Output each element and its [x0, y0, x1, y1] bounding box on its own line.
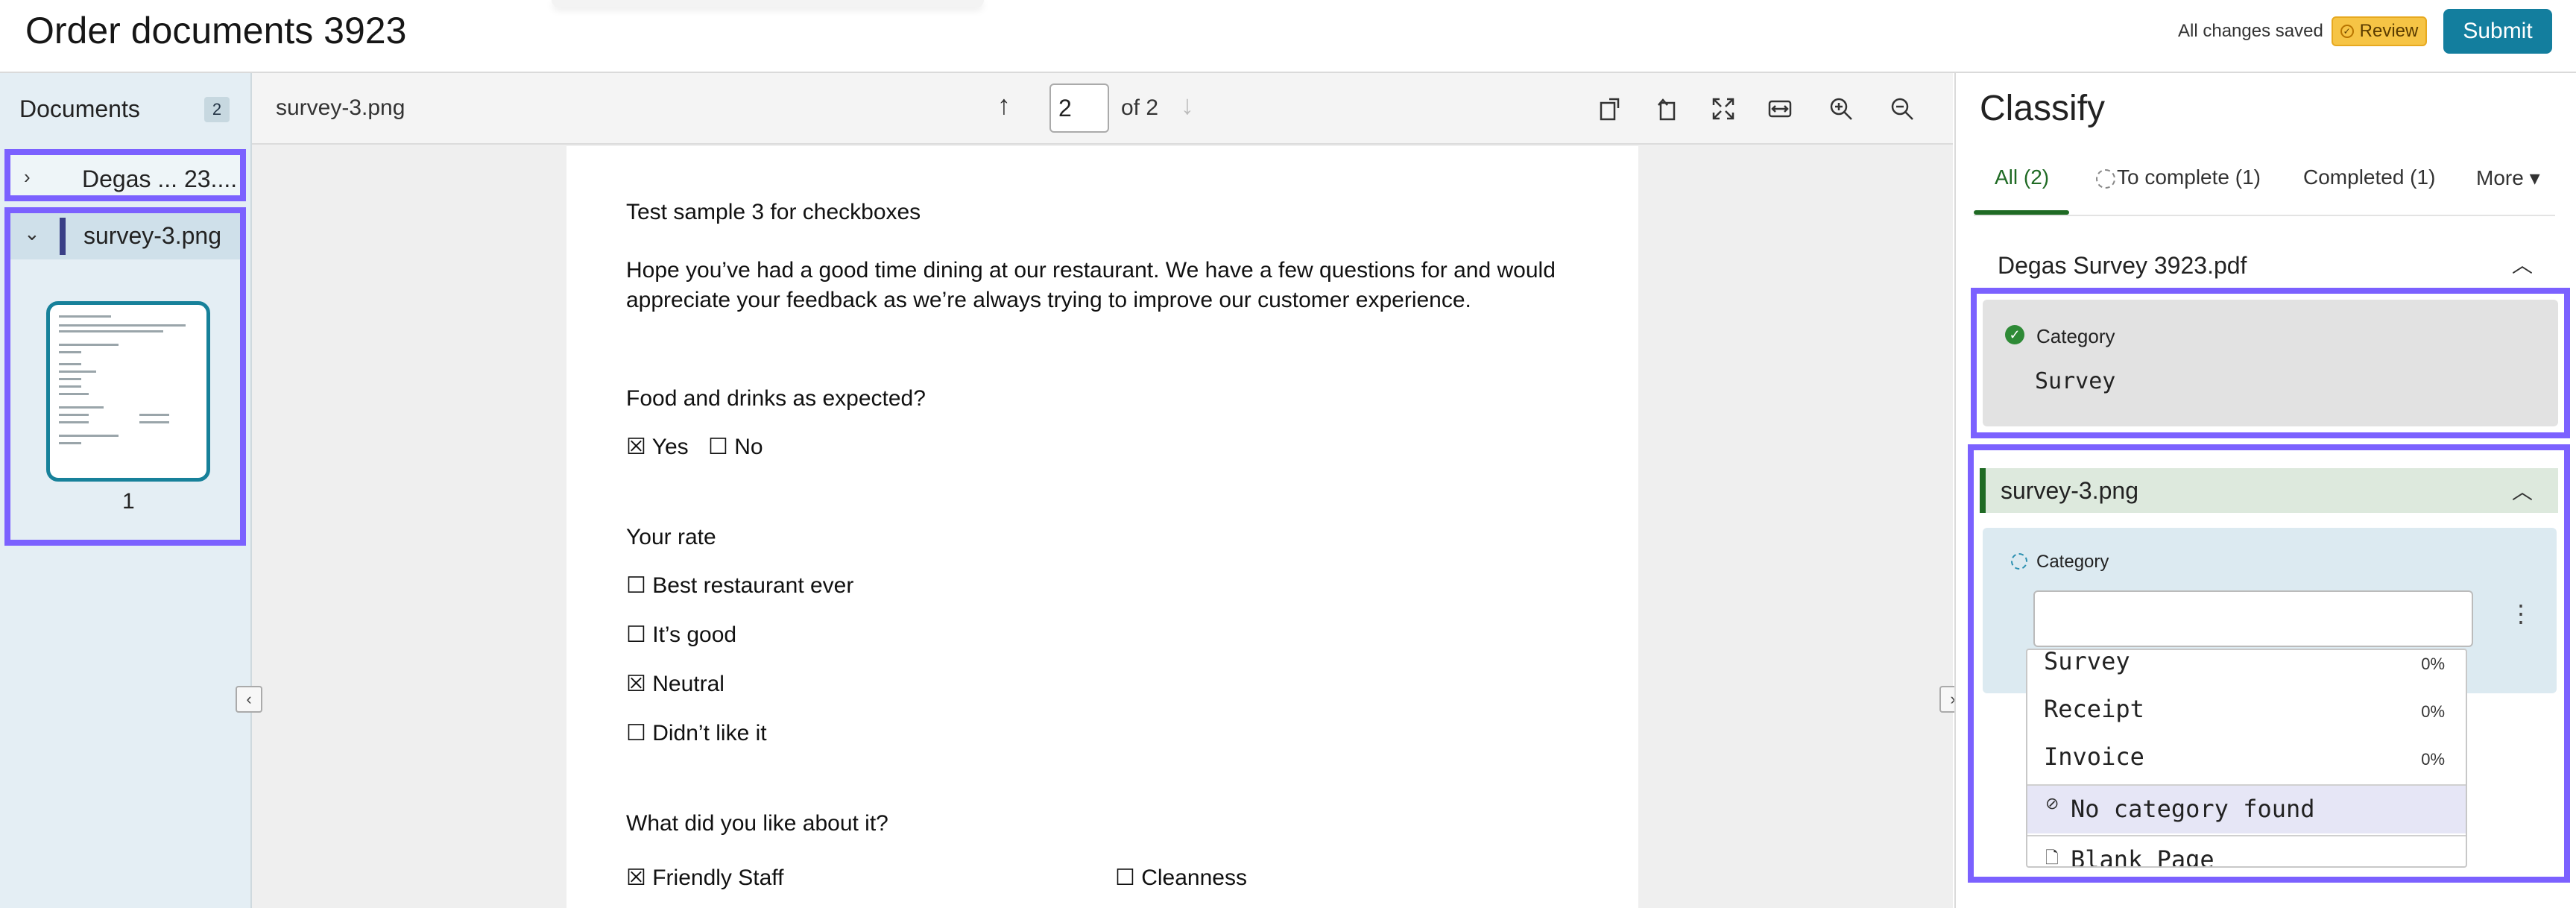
- page-number-input[interactable]: [1049, 83, 1109, 133]
- section-title[interactable]: Degas Survey 3923.pdf: [1998, 252, 2247, 280]
- viewer-filename: survey-3.png: [276, 95, 405, 120]
- tab-divider: [1974, 215, 2555, 216]
- blank-page-icon: 🗋: [2045, 849, 2059, 868]
- category-input[interactable]: [2033, 590, 2473, 647]
- more-options-icon[interactable]: ⋮: [2509, 599, 2533, 628]
- zoom-out-icon[interactable]: [1884, 91, 1920, 127]
- doc-checkbox-option: ☒ Friendly Staff: [626, 866, 784, 890]
- doc-checkbox-option: ☒ Yes: [626, 435, 689, 459]
- tab-to-complete[interactable]: To complete (1): [2096, 165, 2261, 189]
- doc-checkbox-option: ☐ It’s good: [626, 622, 737, 647]
- sidebar-doc-label: survey-3.png: [83, 222, 221, 249]
- doc-checkbox-option: ☐ Best restaurant ever: [626, 573, 854, 598]
- dropdown-option[interactable]: 🗋 Blank Page: [2027, 835, 2466, 868]
- category-field-completed: ✓ Category Survey: [1971, 288, 2570, 438]
- option-label: Survey: [2044, 649, 2130, 675]
- field-label: Category: [2036, 552, 2109, 572]
- chevron-right-icon[interactable]: ›: [24, 165, 31, 189]
- doc-intro-line: Hope you’ve had a good time dining at ou…: [626, 258, 1556, 283]
- collapse-sidebar-button[interactable]: ‹: [236, 686, 262, 713]
- sidebar-doc-degas[interactable]: › Degas ... 23....: [4, 149, 246, 201]
- rotate-left-icon[interactable]: [1649, 91, 1685, 127]
- no-entry-icon: ⊘: [2045, 795, 2059, 813]
- doc-question: Food and drinks as expected?: [626, 386, 926, 411]
- section-title: survey-3.png: [2001, 477, 2138, 504]
- option-confidence: 0%: [2421, 750, 2445, 769]
- chevron-up-icon[interactable]: ︿: [2512, 249, 2533, 279]
- tab-more[interactable]: More ▾: [2476, 165, 2540, 190]
- dropdown-option[interactable]: Survey 0%: [2027, 650, 2466, 696]
- review-button[interactable]: ✓ Review: [2332, 16, 2427, 46]
- dropdown-option[interactable]: ⊘ No category found: [2027, 784, 2466, 833]
- review-icon: ✓: [2340, 25, 2354, 38]
- option-confidence: 0%: [2421, 702, 2445, 721]
- active-indicator: [1980, 468, 1986, 513]
- page-total: of 2: [1121, 95, 1159, 120]
- dropdown-option[interactable]: Receipt 0%: [2027, 695, 2466, 744]
- option-confidence: 0%: [2421, 655, 2445, 673]
- chevron-down-icon[interactable]: ⌄: [24, 222, 40, 245]
- submit-button[interactable]: Submit: [2443, 9, 2552, 54]
- active-indicator: [60, 218, 66, 255]
- field-card: ✓ Category Survey: [1983, 300, 2558, 426]
- pending-icon: [2096, 168, 2115, 189]
- documents-count-badge: 2: [204, 97, 230, 122]
- documents-label: Documents: [19, 95, 140, 122]
- option-label: Invoice: [2044, 743, 2144, 771]
- thumbnail-page-number: 1: [122, 489, 135, 514]
- field-label: Category: [2036, 325, 2115, 347]
- classify-title: Classify: [1980, 89, 2106, 128]
- sidebar-doc-label: Degas ... 23....: [82, 165, 238, 192]
- active-tab-indicator: [1974, 210, 2069, 215]
- doc-intro-line: appreciate your feedback as we’re always…: [626, 288, 1471, 312]
- rotate-page-icon[interactable]: [1592, 91, 1628, 127]
- save-status: All changes saved: [2178, 21, 2323, 41]
- arrow-down-icon[interactable]: ↓: [1181, 89, 1194, 121]
- option-label: No category found: [2071, 795, 2315, 823]
- doc-question: Your rate: [626, 525, 716, 549]
- fit-page-icon[interactable]: [1705, 91, 1741, 127]
- doc-heading: Test sample 3 for checkboxes: [626, 200, 921, 224]
- page-title: Order documents 3923: [25, 10, 407, 51]
- tab-all[interactable]: All (2): [1995, 165, 2049, 189]
- tab-completed[interactable]: Completed (1): [2303, 165, 2435, 189]
- option-label: Receipt: [2044, 695, 2144, 723]
- category-dropdown: Survey 0% Receipt 0% Invoice 0% ⊘ No cat…: [2026, 649, 2467, 868]
- doc-checkbox-option: ☐ No: [708, 435, 763, 459]
- option-label: Blank Page: [2071, 845, 2214, 868]
- zoom-in-icon[interactable]: [1823, 91, 1859, 127]
- tab-label: To complete (1): [2117, 165, 2261, 189]
- review-label: Review: [2359, 21, 2419, 41]
- chevron-up-icon[interactable]: ︿: [2512, 476, 2533, 505]
- doc-checkbox-option: ☐ Cleanness: [1115, 866, 1247, 890]
- notification-popup: [552, 0, 984, 7]
- pending-icon: [2011, 553, 2027, 570]
- category-field-pending: survey-3.png ︿ Category ⋮ Survey 0% Rece…: [1968, 444, 2570, 883]
- page-thumbnail[interactable]: [46, 301, 210, 482]
- arrow-up-icon[interactable]: ↑: [997, 89, 1011, 121]
- fit-width-icon[interactable]: [1762, 91, 1798, 127]
- doc-checkbox-option: ☐ Didn’t like it: [626, 721, 767, 745]
- document-page: Test sample 3 for checkboxes Hope you’ve…: [566, 146, 1638, 908]
- sidebar-doc-survey[interactable]: ⌄ survey-3.png 1: [4, 207, 246, 546]
- field-value[interactable]: Survey: [2035, 368, 2115, 394]
- check-circle-icon: ✓: [2005, 325, 2024, 344]
- chevron-left-icon: ‹: [246, 690, 252, 708]
- doc-checkbox-option: ☒ Neutral: [626, 672, 724, 696]
- doc-question: What did you like about it?: [626, 811, 888, 836]
